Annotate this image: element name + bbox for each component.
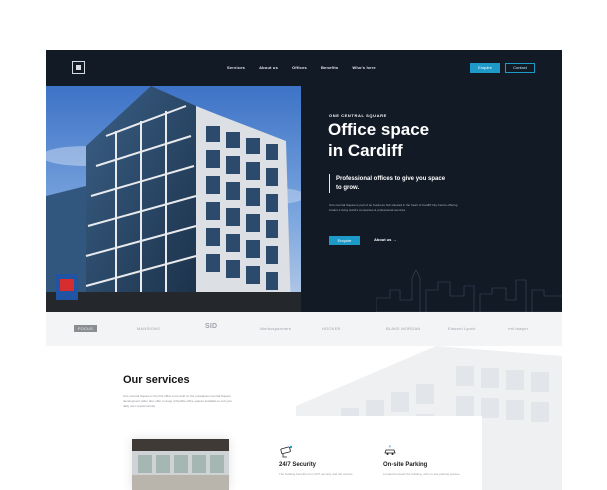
page: Services About us Offices Benefits Who's… (46, 50, 562, 490)
top-navigation: Services About us Offices Benefits Who's… (46, 50, 562, 86)
skyline-illustration (375, 260, 562, 313)
nav-link-benefits[interactable]: Benefits (321, 65, 338, 70)
nav-link-services[interactable]: Services (227, 65, 245, 70)
service-card-parking[interactable]: P On-site Parking Located beneath the bu… (375, 416, 482, 490)
hero-tagline: Professional offices to give you space t… (336, 176, 446, 191)
security-camera-icon (279, 444, 293, 458)
services-description: One Central Square is the first office t… (123, 394, 233, 408)
hero-about-link[interactable]: About us → (374, 237, 396, 242)
service-card-security[interactable]: 24/7 Security The building benefits from… (271, 416, 378, 490)
nav-link-about[interactable]: About us (259, 65, 278, 70)
client-logo: SID (205, 323, 218, 330)
client-logo: BLAKE MORGAN (386, 326, 421, 331)
client-logo-strip: FOCUS MANSIONS SID Nimbuspartners HOOKER… (46, 312, 562, 346)
client-logo: rml lawyer (508, 326, 529, 331)
service-card-text: The building benefits from 24/7 security… (279, 472, 354, 476)
service-card-title: 24/7 Security (279, 462, 317, 468)
nav-links: Services About us Offices Benefits Who's… (227, 65, 376, 70)
service-card-title: On-site Parking (383, 462, 428, 468)
hero-title-line-1: Office space (328, 120, 430, 139)
hero-description: One Central Square is part of an busines… (329, 203, 458, 212)
nav-link-offices[interactable]: Offices (292, 65, 307, 70)
client-logo: Edward Lynch (448, 326, 476, 331)
tagline-divider (329, 174, 330, 193)
hero-section: Services About us Offices Benefits Who's… (46, 50, 562, 313)
hero-title: Office space in Cardiff (328, 119, 508, 161)
car-parking-icon: P (383, 444, 397, 458)
nav-contact-button[interactable]: Contact (505, 63, 535, 73)
svg-text:P: P (389, 444, 392, 449)
client-logo: MANSIONS (137, 326, 160, 331)
client-logo: Nimbuspartners (260, 326, 292, 331)
services-heading: Our services (123, 374, 190, 386)
hero-eyebrow: ONE CENTRAL SQUARE (329, 113, 387, 118)
office-interior-photo (132, 439, 229, 490)
nav-link-whos-here[interactable]: Who's here (352, 65, 375, 70)
client-logo: FOCUS (74, 325, 97, 332)
hero-building-photo (46, 86, 301, 312)
service-card-text: Located beneath the building, with on-si… (383, 472, 461, 476)
client-logo: HOOKER (322, 326, 341, 331)
hero-title-line-2: in Cardiff (328, 141, 403, 160)
hero-enquire-button[interactable]: Enquire (329, 236, 360, 245)
site-logo[interactable] (72, 61, 85, 74)
nav-enquire-button[interactable]: Enquire (470, 63, 500, 73)
